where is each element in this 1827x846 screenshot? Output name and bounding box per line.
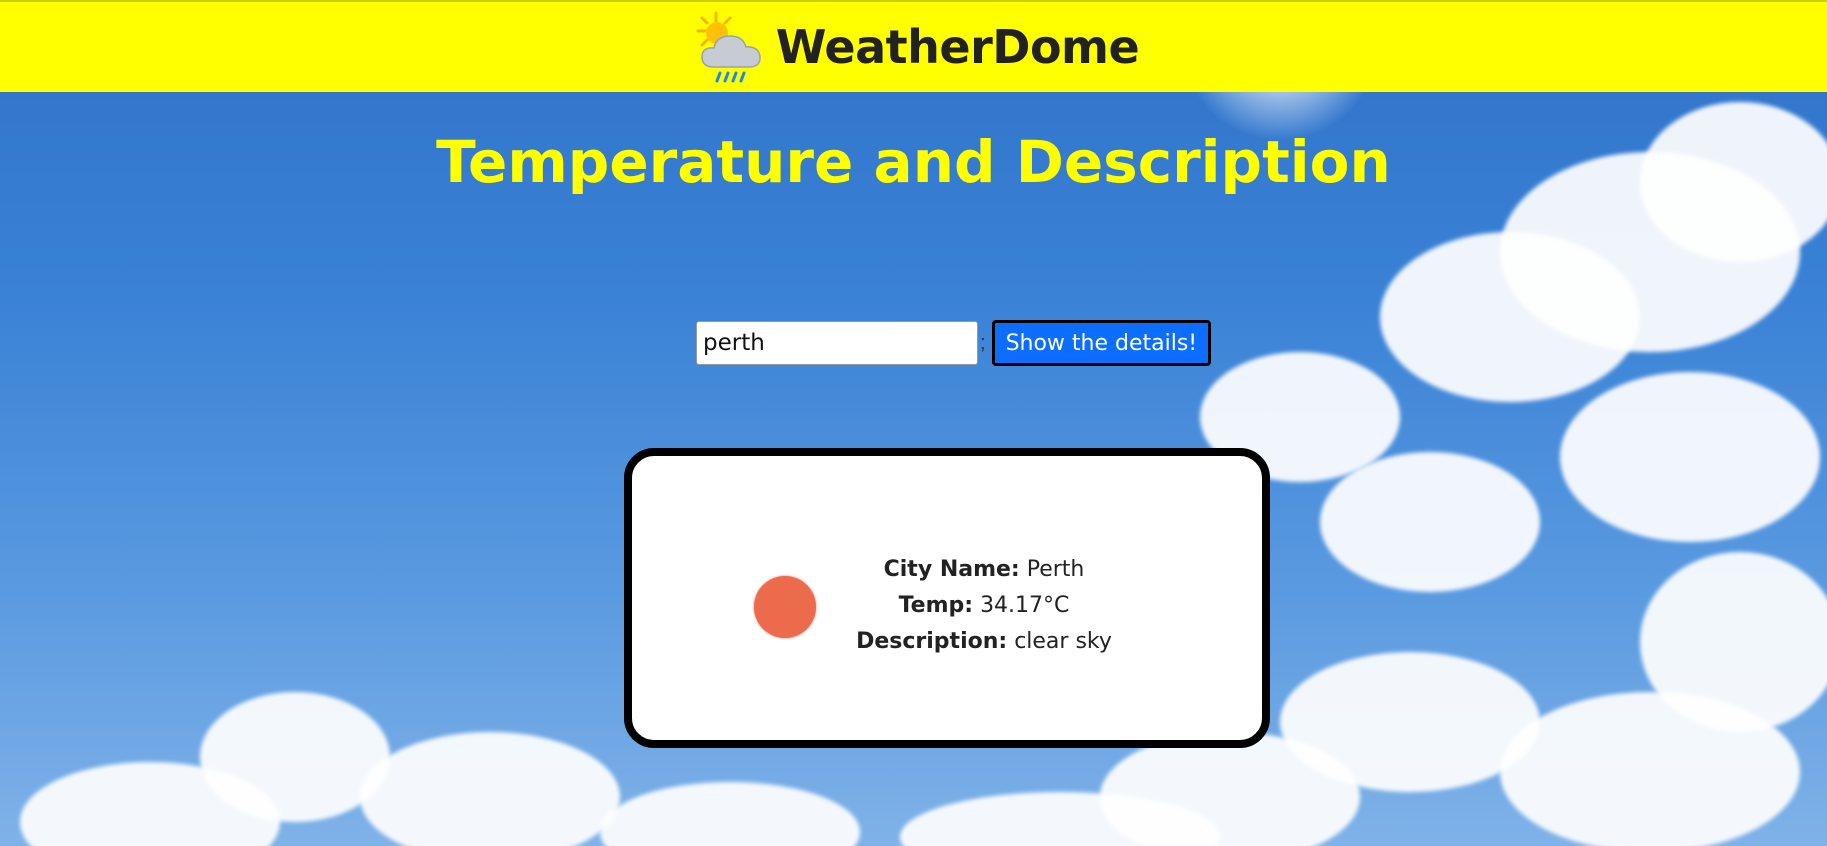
temp-value: 34.17°C [980, 593, 1070, 618]
description-label: Description: [856, 629, 1008, 654]
brand[interactable]: WeatherDome [688, 7, 1140, 87]
temp-row: Temp: 34.17°C [854, 588, 1114, 624]
sun-cloud-rain-icon [688, 7, 772, 87]
city-value: Perth [1026, 557, 1085, 582]
search-form: ; Show the details! [696, 320, 1212, 366]
brand-name: WeatherDome [775, 20, 1140, 74]
city-label: City Name: [883, 557, 1020, 582]
clear-sky-sun-icon [754, 576, 816, 638]
weather-result-card: City Name: Perth Temp: 34.17°C Descripti… [624, 448, 1270, 748]
description-row: Description: clear sky [854, 624, 1114, 660]
weather-info: City Name: Perth Temp: 34.17°C Descripti… [854, 552, 1114, 660]
show-details-button[interactable]: Show the details! [991, 320, 1212, 366]
top-header: WeatherDome [0, 0, 1827, 92]
description-value: clear sky [1014, 629, 1112, 654]
city-row: City Name: Perth [854, 552, 1114, 588]
city-search-input[interactable] [696, 321, 978, 365]
page-title: Temperature and Description [436, 128, 1391, 196]
separator: ; [980, 331, 986, 354]
temp-label: Temp: [898, 593, 974, 618]
